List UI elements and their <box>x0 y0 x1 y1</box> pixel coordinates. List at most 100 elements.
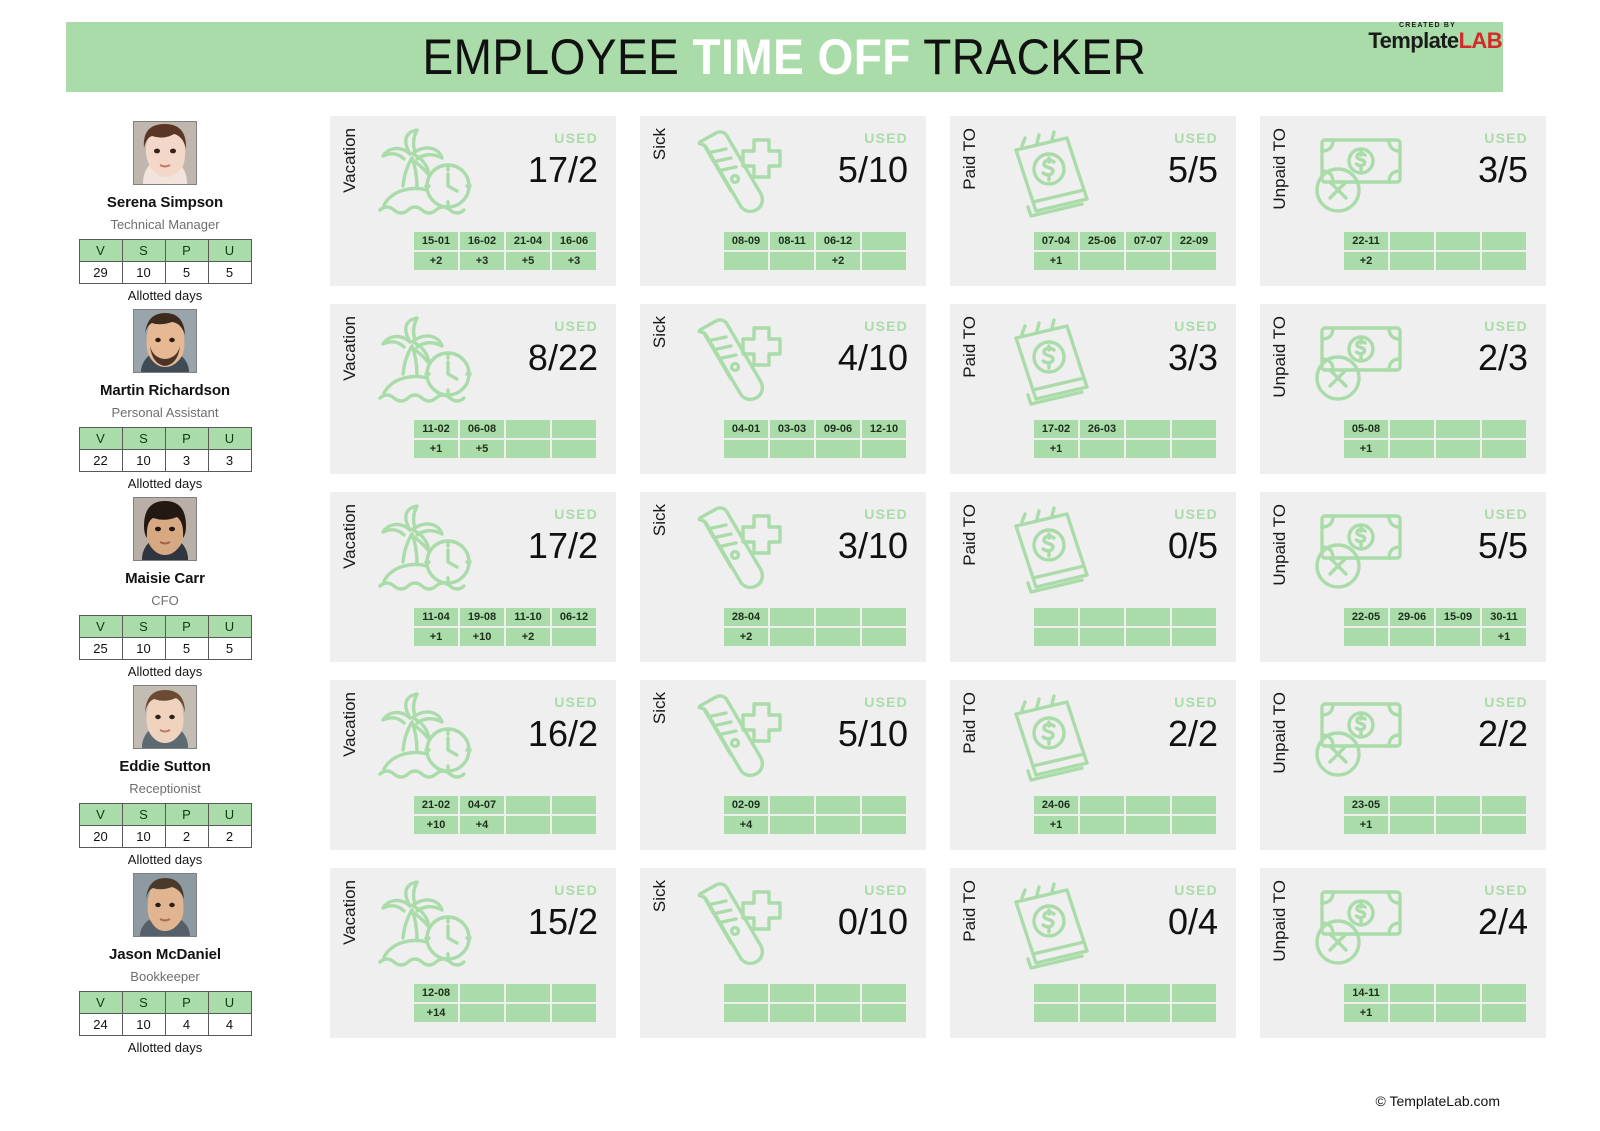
date-cell[interactable]: 26-03 <box>1080 420 1124 438</box>
days-cell[interactable]: +1 <box>1034 440 1078 458</box>
days-cell[interactable] <box>1390 816 1434 834</box>
days-cell[interactable] <box>1436 440 1480 458</box>
date-cell[interactable]: 30-11 <box>1482 608 1526 626</box>
days-cell[interactable] <box>1390 440 1434 458</box>
date-cell[interactable] <box>460 984 504 1002</box>
date-cell[interactable] <box>862 984 906 1002</box>
date-cell[interactable] <box>1390 420 1434 438</box>
date-cell[interactable]: 15-09 <box>1436 608 1480 626</box>
date-cell[interactable] <box>770 608 814 626</box>
days-cell[interactable] <box>1126 816 1170 834</box>
date-cell[interactable] <box>1482 796 1526 814</box>
days-cell[interactable] <box>816 628 860 646</box>
date-cell[interactable] <box>552 420 596 438</box>
date-cell[interactable] <box>1034 984 1078 1002</box>
date-cell[interactable] <box>1390 984 1434 1002</box>
date-cell[interactable] <box>1034 608 1078 626</box>
days-cell[interactable]: +1 <box>1344 1004 1388 1022</box>
days-cell[interactable]: +1 <box>1034 816 1078 834</box>
days-cell[interactable] <box>1436 1004 1480 1022</box>
date-cell[interactable]: 06-08 <box>460 420 504 438</box>
days-cell[interactable]: +14 <box>414 1004 458 1022</box>
days-cell[interactable] <box>1482 440 1526 458</box>
days-cell[interactable]: +2 <box>506 628 550 646</box>
date-cell[interactable] <box>1436 232 1480 250</box>
date-cell[interactable] <box>816 984 860 1002</box>
date-cell[interactable] <box>862 796 906 814</box>
date-cell[interactable]: 17-02 <box>1034 420 1078 438</box>
days-cell[interactable] <box>1482 816 1526 834</box>
date-cell[interactable] <box>1172 608 1216 626</box>
date-cell[interactable] <box>552 796 596 814</box>
days-cell[interactable]: +2 <box>724 628 768 646</box>
days-cell[interactable] <box>1034 1004 1078 1022</box>
days-cell[interactable]: +10 <box>414 816 458 834</box>
date-cell[interactable]: 28-04 <box>724 608 768 626</box>
date-cell[interactable]: 04-07 <box>460 796 504 814</box>
days-cell[interactable] <box>1080 1004 1124 1022</box>
days-cell[interactable] <box>1126 628 1170 646</box>
days-cell[interactable] <box>1436 252 1480 270</box>
date-cell[interactable]: 06-12 <box>552 608 596 626</box>
days-cell[interactable] <box>1390 1004 1434 1022</box>
date-cell[interactable] <box>1172 796 1216 814</box>
days-cell[interactable] <box>1172 1004 1216 1022</box>
days-cell[interactable] <box>862 816 906 834</box>
days-cell[interactable]: +2 <box>414 252 458 270</box>
days-cell[interactable]: +4 <box>460 816 504 834</box>
days-cell[interactable] <box>1344 628 1388 646</box>
date-cell[interactable]: 12-10 <box>862 420 906 438</box>
date-cell[interactable] <box>862 608 906 626</box>
days-cell[interactable] <box>770 816 814 834</box>
date-cell[interactable] <box>1390 796 1434 814</box>
days-cell[interactable] <box>506 816 550 834</box>
days-cell[interactable]: +3 <box>552 252 596 270</box>
days-cell[interactable] <box>1126 1004 1170 1022</box>
days-cell[interactable] <box>552 1004 596 1022</box>
days-cell[interactable] <box>1126 440 1170 458</box>
days-cell[interactable]: +2 <box>816 252 860 270</box>
date-cell[interactable] <box>1482 420 1526 438</box>
date-cell[interactable] <box>1172 420 1216 438</box>
days-cell[interactable] <box>552 628 596 646</box>
date-cell[interactable]: 03-03 <box>770 420 814 438</box>
date-cell[interactable] <box>1126 796 1170 814</box>
days-cell[interactable]: +4 <box>724 816 768 834</box>
date-cell[interactable]: 15-01 <box>414 232 458 250</box>
days-cell[interactable] <box>1482 1004 1526 1022</box>
date-cell[interactable] <box>1390 232 1434 250</box>
date-cell[interactable]: 25-06 <box>1080 232 1124 250</box>
days-cell[interactable] <box>1080 252 1124 270</box>
days-cell[interactable] <box>506 1004 550 1022</box>
days-cell[interactable]: +5 <box>506 252 550 270</box>
date-cell[interactable]: 21-02 <box>414 796 458 814</box>
date-cell[interactable]: 23-05 <box>1344 796 1388 814</box>
days-cell[interactable] <box>552 816 596 834</box>
days-cell[interactable]: +1 <box>1344 440 1388 458</box>
days-cell[interactable] <box>552 440 596 458</box>
days-cell[interactable] <box>506 440 550 458</box>
days-cell[interactable] <box>770 440 814 458</box>
date-cell[interactable] <box>770 984 814 1002</box>
date-cell[interactable]: 21-04 <box>506 232 550 250</box>
date-cell[interactable] <box>816 796 860 814</box>
date-cell[interactable] <box>552 984 596 1002</box>
date-cell[interactable] <box>1080 796 1124 814</box>
date-cell[interactable] <box>1172 984 1216 1002</box>
date-cell[interactable] <box>1126 984 1170 1002</box>
date-cell[interactable]: 08-09 <box>724 232 768 250</box>
days-cell[interactable] <box>1172 252 1216 270</box>
days-cell[interactable] <box>1172 816 1216 834</box>
date-cell[interactable]: 05-08 <box>1344 420 1388 438</box>
date-cell[interactable]: 11-02 <box>414 420 458 438</box>
days-cell[interactable] <box>724 1004 768 1022</box>
date-cell[interactable]: 09-06 <box>816 420 860 438</box>
date-cell[interactable]: 07-04 <box>1034 232 1078 250</box>
days-cell[interactable] <box>862 252 906 270</box>
date-cell[interactable] <box>1482 232 1526 250</box>
days-cell[interactable]: +2 <box>1344 252 1388 270</box>
days-cell[interactable] <box>770 252 814 270</box>
date-cell[interactable]: 14-11 <box>1344 984 1388 1002</box>
days-cell[interactable] <box>1034 628 1078 646</box>
days-cell[interactable]: +10 <box>460 628 504 646</box>
